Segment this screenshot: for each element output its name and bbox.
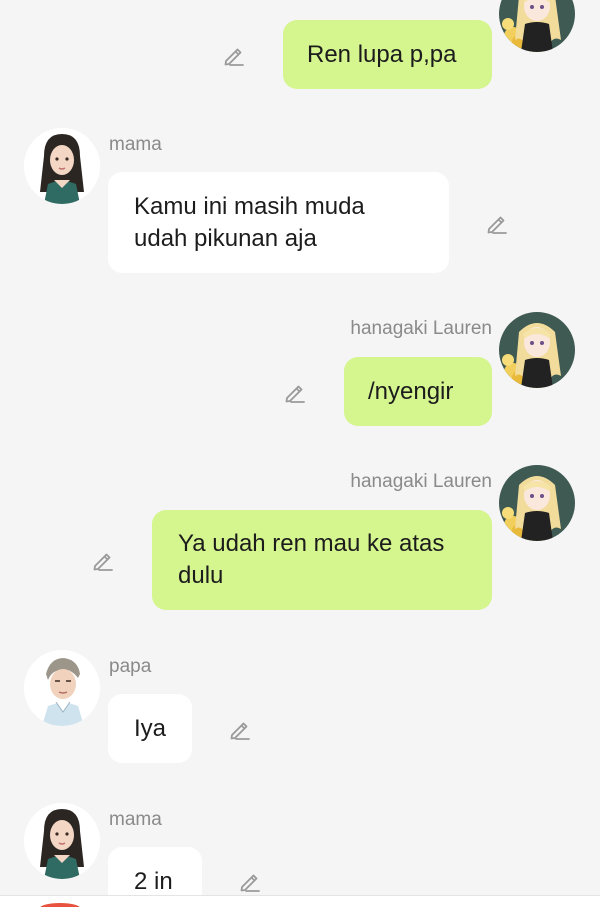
- input-bar-edge: [0, 895, 600, 907]
- avatar-mama[interactable]: [24, 128, 100, 204]
- message-text: Ren lupa p,pa: [307, 40, 457, 68]
- pencil-icon[interactable]: [282, 379, 308, 405]
- avatar-hanagaki-lauren[interactable]: [499, 465, 575, 541]
- avatar-image: [499, 465, 575, 541]
- pencil-icon[interactable]: [90, 547, 116, 573]
- message-bubble-received[interactable]: Kamu ini masih muda udah pikunan aja: [108, 172, 449, 273]
- message-text: 2 in: [134, 867, 173, 895]
- avatar-hanagaki-lauren[interactable]: [499, 312, 575, 388]
- avatar-image: [24, 128, 100, 204]
- sender-name: hanagaki Lauren: [350, 471, 492, 492]
- pencil-icon[interactable]: [221, 42, 247, 68]
- avatar-papa[interactable]: [24, 650, 100, 726]
- pencil-icon[interactable]: [484, 210, 510, 236]
- sender-name: mama: [109, 134, 162, 155]
- input-bar-icon-peek: [40, 903, 80, 907]
- pencil-icon[interactable]: [227, 716, 253, 742]
- avatar-image: [499, 0, 575, 52]
- avatar-image: [499, 312, 575, 388]
- avatar-hanagaki-lauren[interactable]: [499, 0, 575, 52]
- sender-name: mama: [109, 809, 162, 830]
- message-text: Iya: [134, 714, 167, 742]
- pencil-icon[interactable]: [237, 868, 263, 894]
- message-bubble-sent[interactable]: /nyengir: [344, 357, 492, 426]
- sender-name: hanagaki Lauren: [350, 318, 492, 339]
- avatar-image: [24, 803, 100, 879]
- avatar-image: [24, 650, 100, 726]
- message-bubble-received[interactable]: Iya: [108, 694, 192, 763]
- message-text: Ya udah ren mau ke atas dulu: [178, 530, 445, 589]
- message-text: Kamu ini masih muda udah pikunan aja: [134, 192, 365, 252]
- message-bubble-sent[interactable]: Ren lupa p,pa: [283, 20, 492, 89]
- message-bubble-sent[interactable]: Ya udah ren mau ke atas dulu: [152, 510, 492, 610]
- avatar-mama[interactable]: [24, 803, 100, 879]
- chat-log: Ren lupa p,pa mama Kamu ini masih muda u…: [0, 0, 600, 907]
- sender-name: papa: [109, 656, 152, 677]
- message-text: /nyengir: [368, 377, 454, 405]
